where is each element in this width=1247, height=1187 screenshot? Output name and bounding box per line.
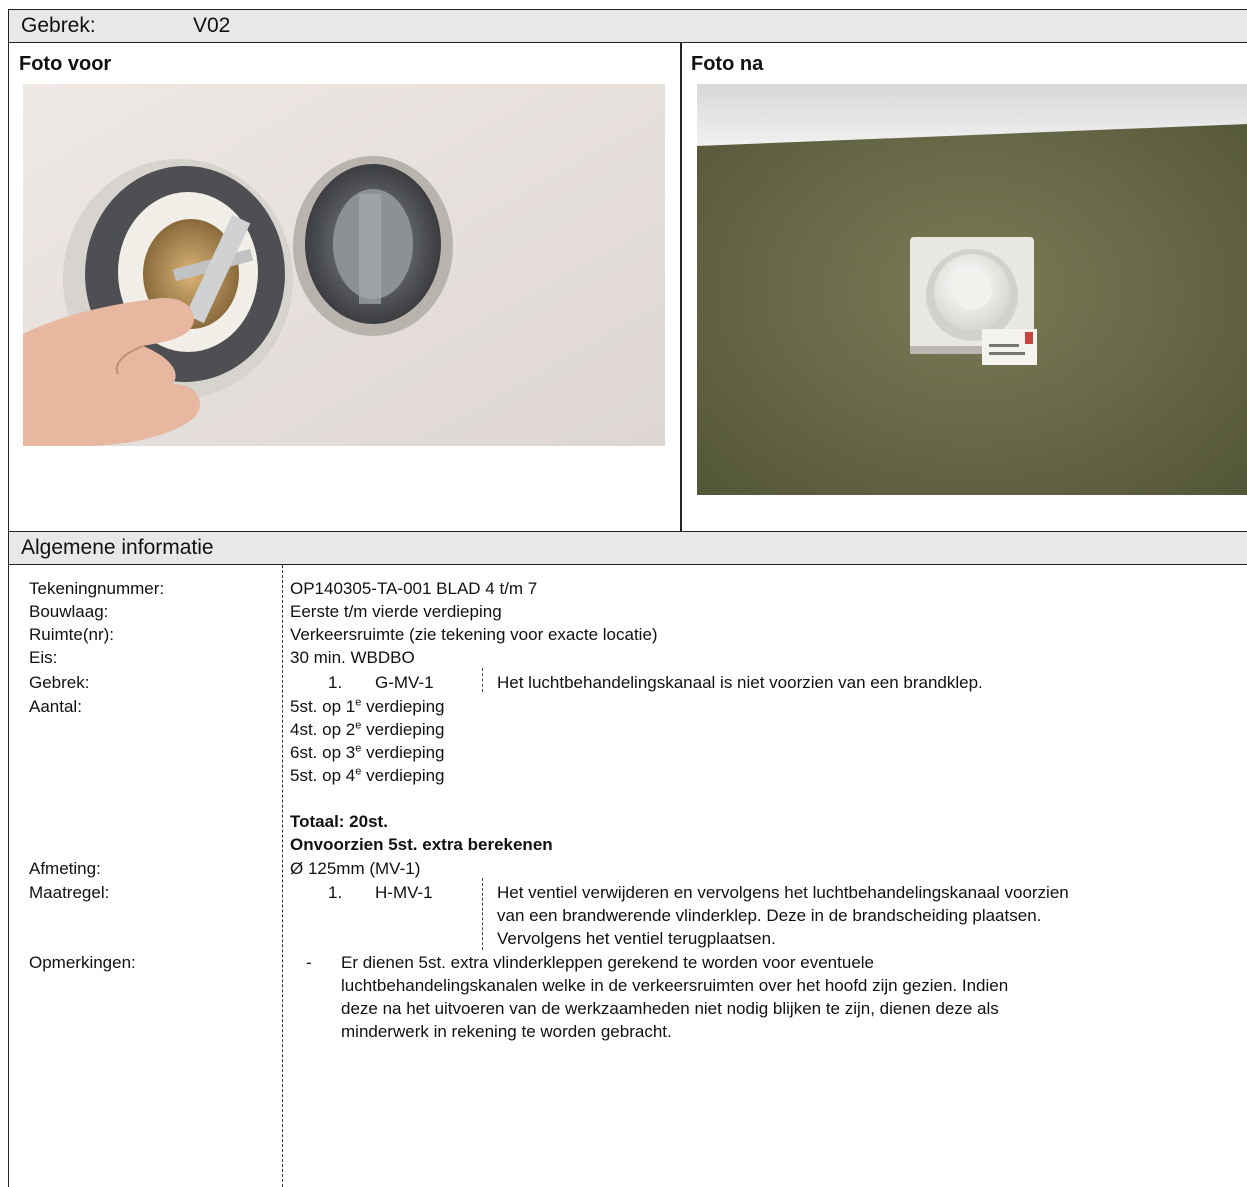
photo-after [697,84,1247,495]
opmerkingen-line-4: minderwerk in rekening te worden gebrach… [341,1022,672,1041]
value-bouwlaag: Eerste t/m vierde verdieping [290,602,502,621]
section-title: Algemene informatie [8,531,1247,565]
defect-header: Gebrek: V02 [8,9,1247,43]
gebrek-number: 1. [328,673,343,692]
opmerkingen-line-3: deze na het uitvoeren van de werkzaamhed… [341,999,999,1018]
aantal-row-4: 5st. op 4e verdieping [290,765,445,785]
maatregel-line-3: Vervolgens het ventiel terugplaatsen. [497,929,776,948]
photo-after-label: Foto na [691,53,764,75]
maatregel-number: 1. [328,883,343,902]
label-eis: Eis: [29,648,58,667]
onvoorzien: Onvoorzien 5st. extra berekenen [290,835,553,854]
photo-before [23,84,665,446]
totaal: Totaal: 20st. [290,812,388,831]
label-gebrek: Gebrek: [29,673,90,692]
value-eis: 30 min. WBDBO [290,648,415,667]
column-separator [282,565,283,1187]
aantal-row-3: 6st. op 3e verdieping [290,742,445,762]
label-afmeting: Afmeting: [29,859,101,878]
maatregel-separator [482,878,483,950]
label-maatregel: Maatregel: [29,883,110,902]
label-bouwlaag: Bouwlaag: [29,602,109,621]
defect-id: V02 [193,14,231,37]
label-aantal: Aantal: [29,697,82,716]
aantal-row-2: 4st. op 2e verdieping [290,719,445,739]
value-afmeting: Ø 125mm (MV-1) [290,859,421,878]
opmerkingen-bullet: - [306,953,312,972]
general-info: Tekeningnummer: OP140305-TA-001 BLAD 4 t… [8,565,1247,1187]
label-ruimte: Ruimte(nr): [29,625,115,644]
gebrek-text: Het luchtbehandelingskanaal is niet voor… [497,673,983,692]
maatregel-line-2: van een brandwerende vlinderklep. Deze i… [497,906,1042,925]
maatregel-code: H-MV-1 [375,883,433,902]
photo-divider [680,43,682,531]
defect-label: Gebrek: [21,14,96,37]
maatregel-line-1: Het ventiel verwijderen en vervolgens he… [497,883,1069,902]
label-tekeningnummer: Tekeningnummer: [29,579,165,598]
gebrek-code: G-MV-1 [375,673,434,692]
opmerkingen-line-2: luchtbehandelingskanalen welke in de ver… [341,976,1009,995]
photo-before-label: Foto voor [19,53,112,75]
value-ruimte: Verkeersruimte (zie tekening voor exacte… [290,625,658,644]
section-title-text: Algemene informatie [21,536,214,559]
photos-section: Foto voor Foto na [8,43,1247,531]
gebrek-separator [482,668,483,692]
label-opmerkingen: Opmerkingen: [29,953,136,972]
opmerkingen-line-1: Er dienen 5st. extra vlinderkleppen gere… [341,953,875,972]
aantal-row-1: 5st. op 1e verdieping [290,696,445,716]
value-tekeningnummer: OP140305-TA-001 BLAD 4 t/m 7 [290,579,538,598]
